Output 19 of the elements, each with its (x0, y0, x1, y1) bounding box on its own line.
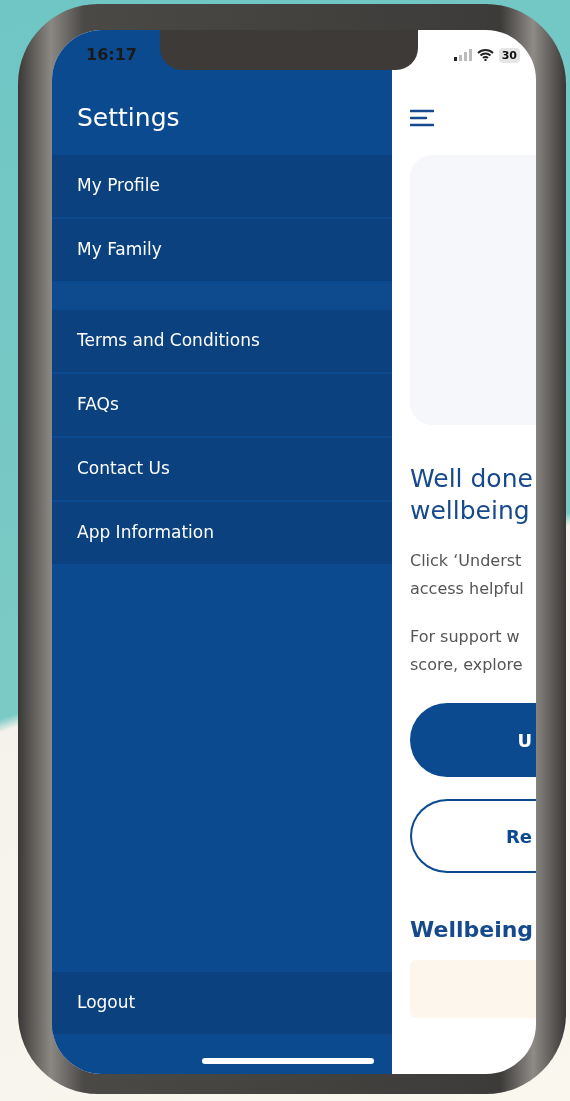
page-heading: Well done wellbeing (410, 463, 534, 527)
logout-item[interactable]: Logout (52, 972, 392, 1034)
section-heading: Wellbeing (410, 916, 535, 944)
action-button[interactable]: Re (410, 799, 536, 873)
menu-item[interactable]: My Family (52, 219, 392, 281)
menu-item[interactable]: App Information (52, 502, 392, 564)
status-time: 16:17 (86, 44, 137, 66)
battery-level: 30 (498, 47, 520, 63)
action-button[interactable]: U (410, 703, 536, 777)
menu-item[interactable]: Contact Us (52, 438, 392, 500)
drawer-title: Settings (77, 101, 180, 134)
body-text: For support w score, explore (410, 626, 524, 676)
menu-item[interactable]: Terms and Conditions (52, 310, 392, 372)
menu-item[interactable]: FAQs (52, 374, 392, 436)
body-text: Click ‘Underst access helpful (410, 550, 525, 600)
menu-icon[interactable] (410, 108, 434, 127)
wifi-icon (476, 49, 494, 61)
menu-item[interactable]: My Profile (52, 155, 392, 217)
signal-icon (453, 49, 472, 61)
